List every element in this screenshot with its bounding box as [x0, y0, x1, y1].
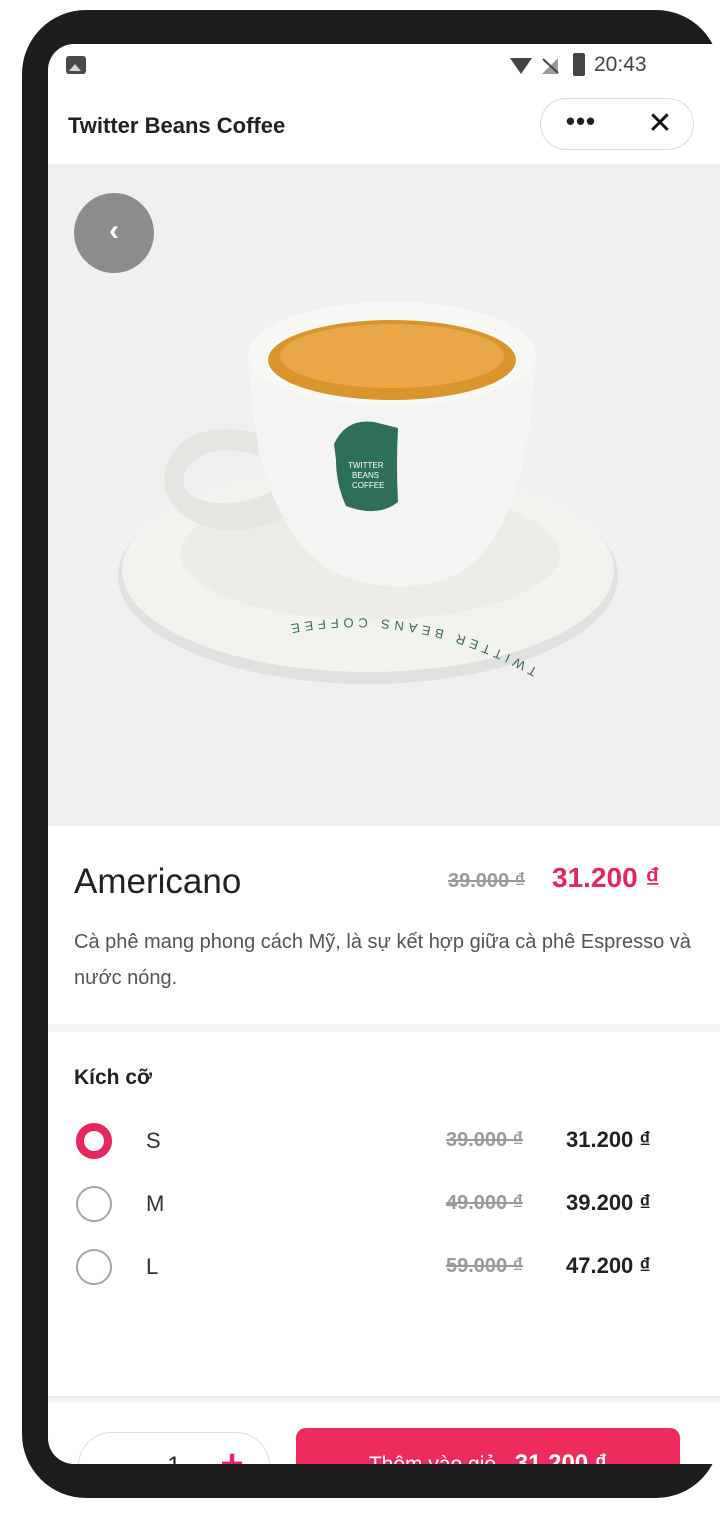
- quantity-stepper: — 1 +: [78, 1432, 270, 1464]
- product-name: Americano: [74, 862, 242, 901]
- battery-icon: [573, 53, 585, 76]
- product-hero: TWITTER BEANS COFFEE TWITTER BEANS COFFE…: [48, 164, 720, 826]
- product-old-price: 39.000 ₫: [448, 870, 525, 892]
- cup-logo-line-3: COFFEE: [352, 481, 384, 490]
- size-option-m[interactable]: M 49.000 ₫ 39.200 ₫: [48, 1175, 720, 1235]
- more-options-button[interactable]: •••: [541, 99, 621, 149]
- back-button[interactable]: ‹: [74, 193, 154, 273]
- size-option-l[interactable]: L 59.000 ₫ 47.200 ₫: [48, 1238, 720, 1298]
- footer-divider: [48, 1396, 720, 1404]
- size-label: L: [146, 1254, 159, 1279]
- gallery-notification-icon: [66, 56, 86, 74]
- no-signal-icon: [542, 58, 559, 74]
- size-price: 31.200 ₫: [566, 1127, 651, 1152]
- close-button[interactable]: ✕: [627, 99, 693, 149]
- size-old-price: 59.000 ₫: [446, 1255, 523, 1277]
- product-description: Cà phê mang phong cách Mỹ, là sự kết hợp…: [74, 931, 691, 989]
- size-price: 39.200 ₫: [566, 1190, 651, 1215]
- quantity-value: 1: [157, 1433, 191, 1464]
- section-divider: [48, 1024, 720, 1032]
- app-screen: 20:43 Twitter Beans Coffee ••• ✕ TWITTER…: [48, 44, 720, 1464]
- cup-logo-line-2: BEANS: [352, 471, 379, 480]
- mini-app-title-bar: Twitter Beans Coffee ••• ✕: [48, 90, 720, 164]
- size-option-s[interactable]: S 39.000 ₫ 31.200 ₫: [48, 1112, 720, 1172]
- app-title: Twitter Beans Coffee: [68, 113, 286, 138]
- cup-logo-line-1: TWITTER: [348, 461, 384, 470]
- increase-quantity-button[interactable]: +: [207, 1433, 257, 1464]
- size-price: 47.200 ₫: [566, 1253, 651, 1278]
- size-old-price: 39.000 ₫: [446, 1129, 523, 1151]
- decrease-quantity-button[interactable]: —: [89, 1433, 139, 1464]
- mini-app-capsule: ••• ✕: [540, 98, 694, 150]
- radio-selected[interactable]: [76, 1123, 112, 1159]
- product-price: 31.200 ₫: [552, 862, 660, 893]
- wifi-icon: [510, 58, 532, 74]
- radio-unselected[interactable]: [76, 1186, 112, 1222]
- size-label: M: [146, 1191, 165, 1216]
- size-label: S: [146, 1128, 161, 1153]
- americano-cup-image: TWITTER BEANS COFFEE TWITTER BEANS COFFE…: [118, 302, 618, 684]
- radio-unselected[interactable]: [76, 1249, 112, 1285]
- size-section-title: Kích cỡ: [74, 1066, 152, 1089]
- add-to-cart-price: 31.200 ₫: [514, 1450, 608, 1464]
- size-old-price: 49.000 ₫: [446, 1192, 523, 1214]
- add-to-cart-button[interactable]: Thêm vào giỏ - 31.200 ₫: [296, 1428, 680, 1464]
- status-time: 20:43: [594, 53, 647, 76]
- add-to-cart-label: Thêm vào giỏ -: [369, 1453, 515, 1464]
- status-bar: 20:43: [48, 44, 720, 90]
